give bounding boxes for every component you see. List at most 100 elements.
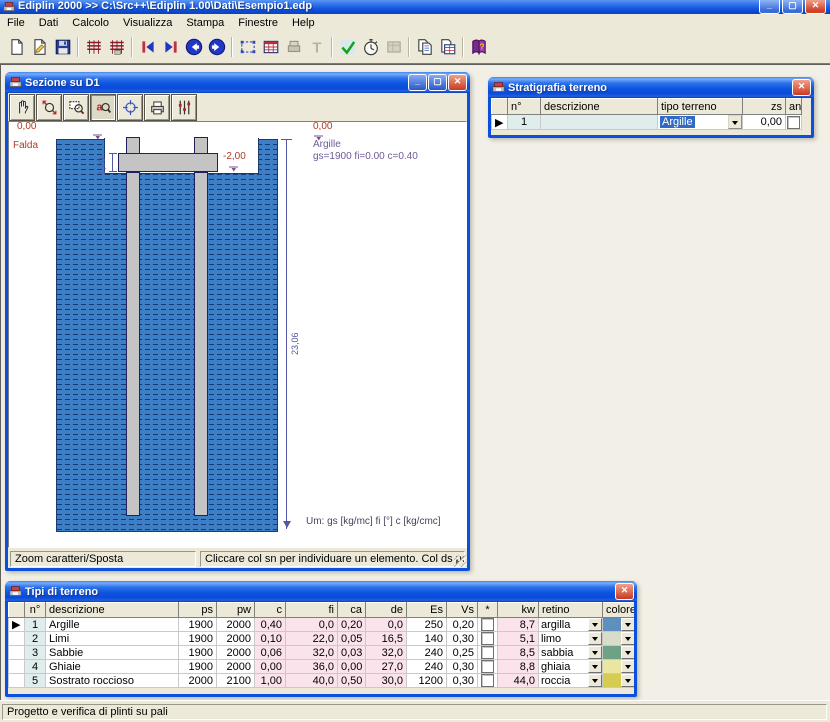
dropdown-button[interactable] (621, 660, 634, 673)
cell-n[interactable]: 3 (25, 646, 46, 660)
dropdown-button[interactable] (621, 674, 634, 687)
pile-data-1-icon[interactable] (82, 35, 105, 58)
cell-Es[interactable]: 240 (407, 646, 447, 660)
cell-Es[interactable]: 1200 (407, 674, 447, 688)
cell-Es[interactable]: 140 (407, 632, 447, 646)
dropdown-button[interactable] (621, 618, 634, 631)
cell-kw[interactable]: 8,5 (498, 646, 539, 660)
dropdown-button[interactable] (588, 618, 602, 631)
cell-fi[interactable]: 32,0 (286, 646, 338, 660)
stratigrafia-close-button[interactable]: ✕ (792, 79, 811, 96)
cell-ca[interactable]: 0,03 (338, 646, 366, 660)
cell-Vs[interactable]: 0,25 (447, 646, 478, 660)
cell-kw[interactable]: 8,7 (498, 618, 539, 632)
cell-de[interactable]: 30,0 (366, 674, 407, 688)
cell-colore[interactable] (603, 632, 635, 646)
print-icon[interactable] (144, 94, 170, 121)
retino-value[interactable]: limo (541, 633, 561, 645)
cell-retino[interactable]: ghiaia (539, 660, 603, 674)
sezione-minimize-button[interactable]: _ (408, 74, 427, 91)
pile-data-2-icon[interactable] (105, 35, 128, 58)
color-swatch[interactable] (603, 674, 622, 687)
cell-Vs[interactable]: 0,30 (447, 674, 478, 688)
cell-fi[interactable]: 40,0 (286, 674, 338, 688)
retino-value[interactable]: roccia (541, 675, 570, 687)
nav-back-icon[interactable] (182, 35, 205, 58)
cell-colore[interactable] (603, 646, 635, 660)
cell-descrizione[interactable]: Argille (46, 618, 179, 632)
cell-descrizione[interactable]: Sabbie (46, 646, 179, 660)
nav-forward-icon[interactable] (205, 35, 228, 58)
stopwatch-icon[interactable] (359, 35, 382, 58)
cell-pw[interactable]: 2000 (217, 660, 255, 674)
help-book-icon[interactable]: ? (467, 35, 490, 58)
dropdown-button[interactable] (588, 632, 602, 645)
cell-kw[interactable]: 5,1 (498, 632, 539, 646)
cell-fi[interactable]: 22,0 (286, 632, 338, 646)
retino-value[interactable]: sabbia (541, 647, 573, 659)
verify-check-icon[interactable] (336, 35, 359, 58)
cell-ca[interactable]: 0,00 (338, 660, 366, 674)
cell-c[interactable]: 0,00 (255, 660, 286, 674)
retino-value[interactable]: argilla (541, 619, 570, 631)
retino-value[interactable]: ghiaia (541, 661, 570, 673)
cell-an[interactable] (786, 115, 802, 130)
dropdown-button[interactable] (621, 632, 634, 645)
cell-fi[interactable]: 36,0 (286, 660, 338, 674)
menu-calcolo[interactable]: Calcolo (65, 16, 116, 30)
cell-c[interactable]: 0,06 (255, 646, 286, 660)
cell-n[interactable]: 5 (25, 674, 46, 688)
pan-hand-icon[interactable] (9, 94, 35, 121)
cell-retino[interactable]: roccia (539, 674, 603, 688)
cell-de[interactable]: 16,5 (366, 632, 407, 646)
cell-descrizione[interactable] (541, 115, 658, 130)
maximize-button[interactable]: ▢ (782, 0, 803, 14)
nav-last-icon[interactable] (159, 35, 182, 58)
save-icon[interactable] (51, 35, 74, 58)
cell-ps[interactable]: 1900 (179, 660, 217, 674)
stratigrafia-title-bar[interactable]: Stratigrafia terreno ✕ (488, 77, 814, 98)
color-swatch[interactable] (603, 632, 622, 645)
cell-check[interactable] (478, 646, 498, 660)
dropdown-button[interactable] (621, 646, 634, 659)
main-title-bar[interactable]: Ediplin 2000 >> C:\Src++\Ediplin 1.00\Da… (0, 0, 830, 14)
cell-de[interactable]: 0,0 (366, 618, 407, 632)
copy-icon[interactable] (413, 35, 436, 58)
open-icon[interactable] (28, 35, 51, 58)
new-icon[interactable] (5, 35, 28, 58)
resize-grip[interactable] (454, 555, 466, 567)
cell-c[interactable]: 0,40 (255, 618, 286, 632)
dropdown-button[interactable] (588, 674, 602, 687)
cell-pw[interactable]: 2000 (217, 632, 255, 646)
cell-ps[interactable]: 1900 (179, 646, 217, 660)
cell-retino[interactable]: sabbia (539, 646, 603, 660)
cell-Vs[interactable]: 0,30 (447, 632, 478, 646)
cell-retino[interactable]: argilla (539, 618, 603, 632)
menu-help[interactable]: Help (285, 16, 322, 30)
cell-kw[interactable]: 44,0 (498, 674, 539, 688)
cell-descrizione[interactable]: Ghiaie (46, 660, 179, 674)
cell-pw[interactable]: 2100 (217, 674, 255, 688)
sezione-maximize-button[interactable]: ▢ (428, 74, 447, 91)
sezione-close-button[interactable]: ✕ (448, 74, 467, 91)
cell-retino[interactable]: limo (539, 632, 603, 646)
cell-n[interactable]: 1 (25, 618, 46, 632)
checkbox[interactable] (481, 674, 494, 687)
color-swatch[interactable] (603, 646, 622, 659)
cell-c[interactable]: 0,10 (255, 632, 286, 646)
menu-stampa[interactable]: Stampa (179, 16, 231, 30)
checkbox[interactable] (787, 116, 800, 129)
zoom-text-icon[interactable]: a (90, 94, 116, 121)
dropdown-button[interactable] (588, 660, 602, 673)
cell-Es[interactable]: 240 (407, 660, 447, 674)
selection-rect-icon[interactable] (236, 35, 259, 58)
tipi-close-button[interactable]: ✕ (615, 583, 634, 600)
cell-ps[interactable]: 1900 (179, 632, 217, 646)
cell-check[interactable] (478, 674, 498, 688)
menu-visualizza[interactable]: Visualizza (116, 16, 179, 30)
cell-check[interactable] (478, 660, 498, 674)
cell-colore[interactable] (603, 618, 635, 632)
cell-pw[interactable]: 2000 (217, 646, 255, 660)
minimize-button[interactable]: _ (759, 0, 780, 14)
cell-Vs[interactable]: 0,20 (447, 618, 478, 632)
